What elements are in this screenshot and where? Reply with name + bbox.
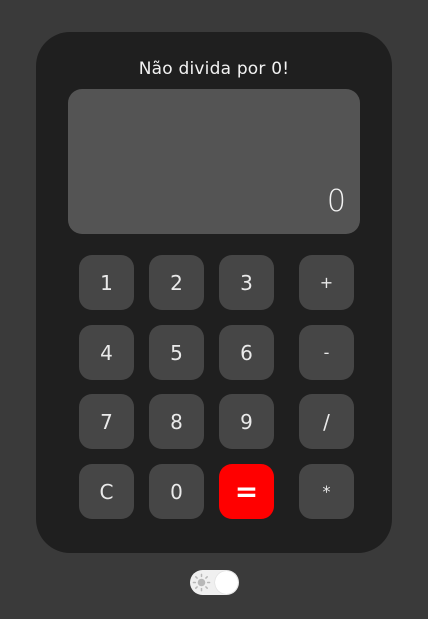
key-8-button[interactable]: 8 [149,394,204,449]
equals-button[interactable]: = [219,464,274,519]
key-6-button[interactable]: 6 [219,325,274,380]
calculator-display: 0 [68,89,360,234]
add-button[interactable]: + [299,255,354,310]
calculator-title: Não divida por 0! [138,59,290,79]
sun-icon [192,573,211,592]
multiply-button[interactable]: * [299,464,354,519]
key-0-button[interactable]: 0 [149,464,204,519]
key-9-button[interactable]: 9 [219,394,274,449]
calculator-panel: Não divida por 0! 0 1 2 3 + 4 5 6 - 7 8 … [36,32,392,553]
key-4-button[interactable]: 4 [79,325,134,380]
key-5-button[interactable]: 5 [149,325,204,380]
clear-button[interactable]: C [79,464,134,519]
toggle-knob[interactable] [215,571,238,594]
display-value: 0 [326,184,346,219]
key-7-button[interactable]: 7 [79,394,134,449]
subtract-button[interactable]: - [299,325,354,380]
theme-toggle[interactable] [190,570,239,595]
key-3-button[interactable]: 3 [219,255,274,310]
divide-button[interactable]: / [299,394,354,449]
key-2-button[interactable]: 2 [149,255,204,310]
key-1-button[interactable]: 1 [79,255,134,310]
